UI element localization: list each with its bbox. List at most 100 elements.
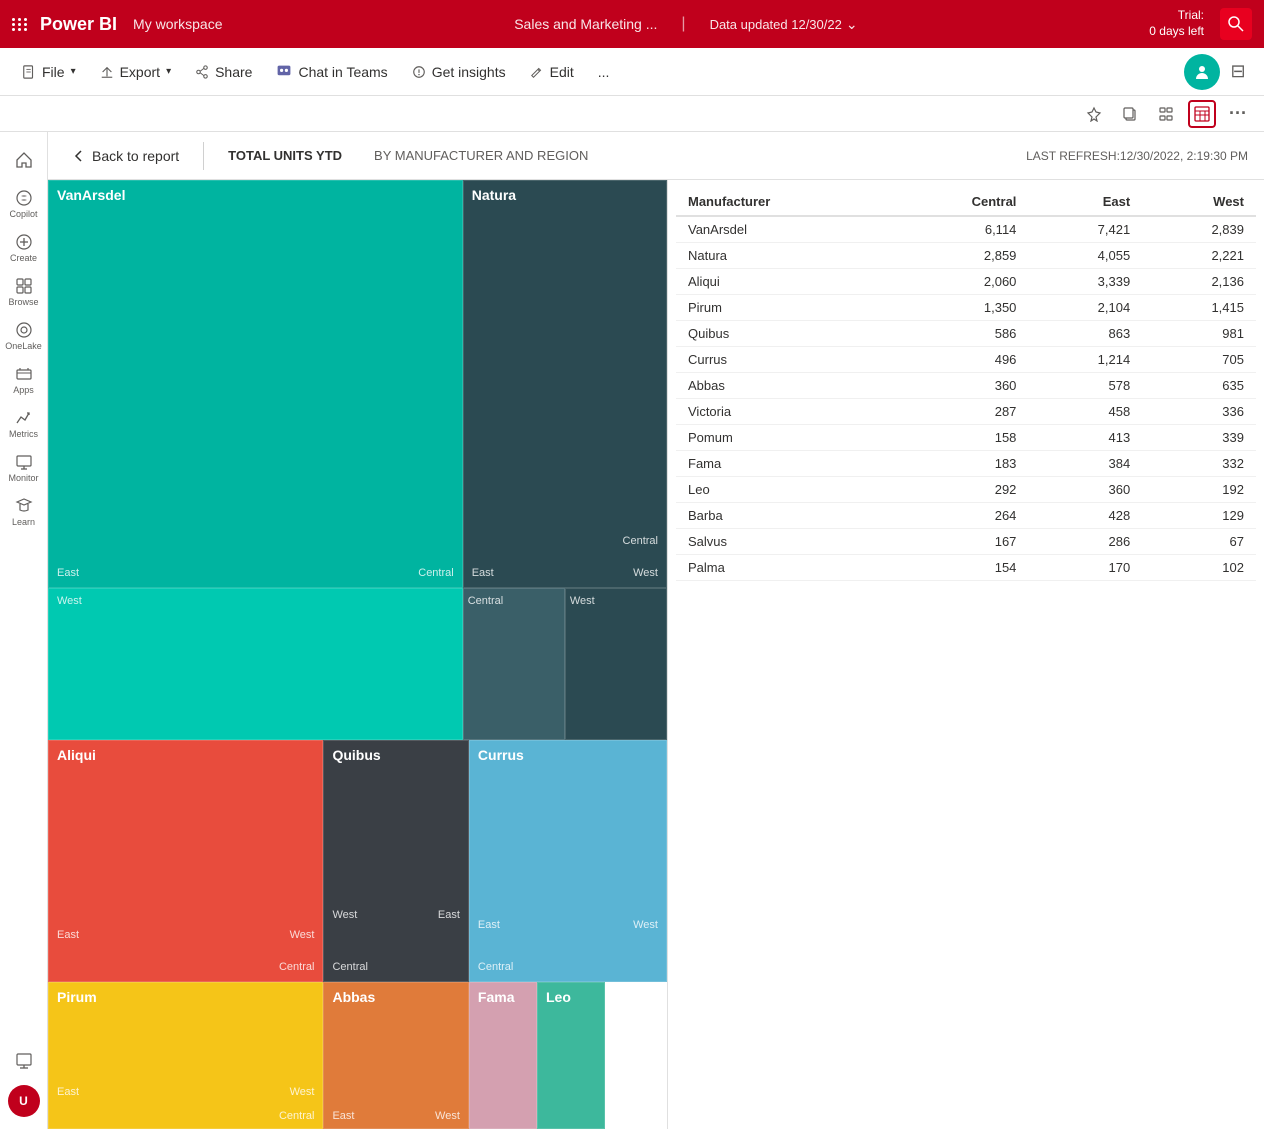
treemap-label-abbas: Abbas [332, 989, 375, 1005]
copy-icon-button[interactable] [1116, 100, 1144, 128]
treemap-label-vanarsdel: VanArsdel [57, 187, 125, 203]
workspace-label[interactable]: My workspace [133, 16, 222, 32]
treemap-block-currus[interactable]: CurrusEastWestCentral [469, 740, 667, 982]
table-row: Salvus16728667 [676, 529, 1256, 555]
treemap-sublabel: East [57, 567, 79, 579]
table-row: VanArsdel6,1147,4212,839 [676, 216, 1256, 243]
table-cell-7-0: Victoria [676, 399, 890, 425]
more-button[interactable]: ... [588, 58, 620, 86]
user-avatar[interactable] [1184, 54, 1220, 90]
table-row: Aliqui2,0603,3392,136 [676, 269, 1256, 295]
table-view-icon-button[interactable] [1188, 100, 1216, 128]
treemap-sublabel: East [478, 919, 500, 931]
last-refresh-label: LAST REFRESH:12/30/2022, 2:19:30 PM [1026, 149, 1248, 163]
treemap-block-aliqui[interactable]: AliquiEastWestCentral [48, 740, 323, 982]
table-cell-12-2: 286 [1028, 529, 1142, 555]
get-insights-button[interactable]: Get insights [402, 58, 516, 86]
search-button[interactable] [1220, 8, 1252, 40]
file-button[interactable]: File ▾ [12, 58, 86, 86]
table-cell-10-3: 192 [1142, 477, 1256, 503]
sidebar-create-label: Create [10, 253, 37, 263]
treemap-block-fama[interactable]: Fama [469, 982, 537, 1129]
sidebar-item-browse[interactable]: Browse [4, 272, 44, 312]
sidebar-item-monitor[interactable]: Monitor [4, 448, 44, 488]
table-cell-13-1: 154 [890, 555, 1028, 581]
sidebar-learn-label: Learn [12, 517, 35, 527]
more-options-icon-button[interactable]: ··· [1224, 100, 1252, 128]
treemap-block-abbas[interactable]: AbbasEastWest [323, 982, 468, 1129]
treemap-label-pirum: Pirum [57, 989, 97, 1005]
treemap-block-quibus[interactable]: QuibusWestEastCentral [323, 740, 468, 982]
sidebar-bottom-icon[interactable] [4, 1041, 44, 1081]
share-button[interactable]: Share [185, 58, 262, 86]
content-area: Back to report TOTAL UNITS YTD BY MANUFA… [48, 132, 1264, 1129]
chart-table-container: VanArsdel East Central NaturaEastCentralWes… [48, 180, 1264, 1129]
table-cell-1-2: 4,055 [1028, 243, 1142, 269]
file-label: File [42, 64, 65, 80]
get-insights-label: Get insights [432, 64, 506, 80]
trial-info: Trial: 0 days left [1149, 8, 1204, 39]
tab-total-units[interactable]: TOTAL UNITS YTD [220, 144, 350, 167]
treemap-container[interactable]: VanArsdel East Central NaturaEastCentralWes… [48, 180, 668, 1129]
table-row: Barba264428129 [676, 503, 1256, 529]
sidebar-item-copilot[interactable]: Copilot [4, 184, 44, 224]
treemap-sublabel: West [633, 567, 658, 579]
file-chevron: ▾ [71, 66, 76, 77]
treemap-label-quibus: Quibus [332, 747, 380, 763]
refresh-label[interactable]: Data updated 12/30/22 ⌄ [710, 16, 858, 33]
table-cell-8-3: 339 [1142, 425, 1256, 451]
sidebar-item-learn[interactable]: Learn [4, 492, 44, 532]
sidebar-item-home[interactable] [4, 140, 44, 180]
table-cell-9-1: 183 [890, 451, 1028, 477]
table-cell-2-2: 3,339 [1028, 269, 1142, 295]
treemap-block-unnamed[interactable]: West [565, 588, 667, 740]
table-cell-13-3: 102 [1142, 555, 1256, 581]
treemap-label-currus: Currus [478, 747, 524, 763]
col-header-west: West [1142, 188, 1256, 216]
chat-teams-label: Chat in Teams [298, 64, 387, 80]
sidebar-monitor-label: Monitor [8, 473, 38, 483]
table-cell-7-3: 336 [1142, 399, 1256, 425]
chat-teams-button[interactable]: Chat in Teams [266, 58, 397, 86]
sidebar-item-onelake[interactable]: OneLake [4, 316, 44, 356]
treemap-label-aliqui: Aliqui [57, 747, 96, 763]
treemap-sublabel: East [57, 1086, 79, 1098]
tab-by-manufacturer[interactable]: BY MANUFACTURER AND REGION [366, 144, 596, 167]
data-table: Manufacturer Central East West VanArsdel… [676, 188, 1256, 581]
table-cell-5-2: 1,214 [1028, 347, 1142, 373]
table-cell-8-2: 413 [1028, 425, 1142, 451]
sidebar-item-apps[interactable]: Apps [4, 360, 44, 400]
data-table-container: Manufacturer Central East West VanArsdel… [668, 180, 1264, 1129]
app-grid-icon[interactable] [12, 18, 24, 31]
table-cell-5-0: Currus [676, 347, 890, 373]
table-row: Currus4961,214705 [676, 347, 1256, 373]
export-button[interactable]: Export ▾ [90, 58, 182, 86]
user-avatar-sidebar[interactable]: U [8, 1085, 40, 1117]
treemap-sublabel: Central [332, 961, 367, 973]
back-to-report-button[interactable]: Back to report [64, 144, 187, 168]
pin-icon-button[interactable] [1080, 100, 1108, 128]
table-cell-3-2: 2,104 [1028, 295, 1142, 321]
treemap-block-unnamed[interactable]: Central [463, 588, 565, 740]
sidebar-item-create[interactable]: Create [4, 228, 44, 268]
export-chevron: ▾ [166, 66, 171, 77]
table-cell-0-3: 2,839 [1142, 216, 1256, 243]
title-separator: | [681, 15, 685, 33]
treemap-sublabel: Central [468, 595, 503, 607]
sidebar-metrics-label: Metrics [9, 429, 38, 439]
panel-toggle-button[interactable]: ⊟ [1224, 58, 1252, 86]
table-cell-6-2: 578 [1028, 373, 1142, 399]
treemap-block-leo[interactable]: Leo [537, 982, 605, 1129]
table-header-row: Manufacturer Central East West [676, 188, 1256, 216]
treemap-block-natura[interactable]: NaturaEastCentralWest [463, 180, 667, 588]
edit-button[interactable]: Edit [520, 58, 584, 86]
sidebar-item-metrics[interactable]: Metrics [4, 404, 44, 444]
treemap-sublabel: West [633, 919, 658, 931]
treemap-block-pirum[interactable]: PirumEastWestCentral [48, 982, 323, 1129]
treemap-block-unnamed[interactable]: West [48, 588, 463, 740]
table-cell-6-3: 635 [1142, 373, 1256, 399]
table-cell-11-3: 129 [1142, 503, 1256, 529]
treemap-block-vanarsdel[interactable]: VanArsdelEastCentral [48, 180, 463, 588]
focus-icon-button[interactable] [1152, 100, 1180, 128]
treemap-layout: VanArsdel East Central NaturaEastCentralWes… [48, 180, 667, 1129]
